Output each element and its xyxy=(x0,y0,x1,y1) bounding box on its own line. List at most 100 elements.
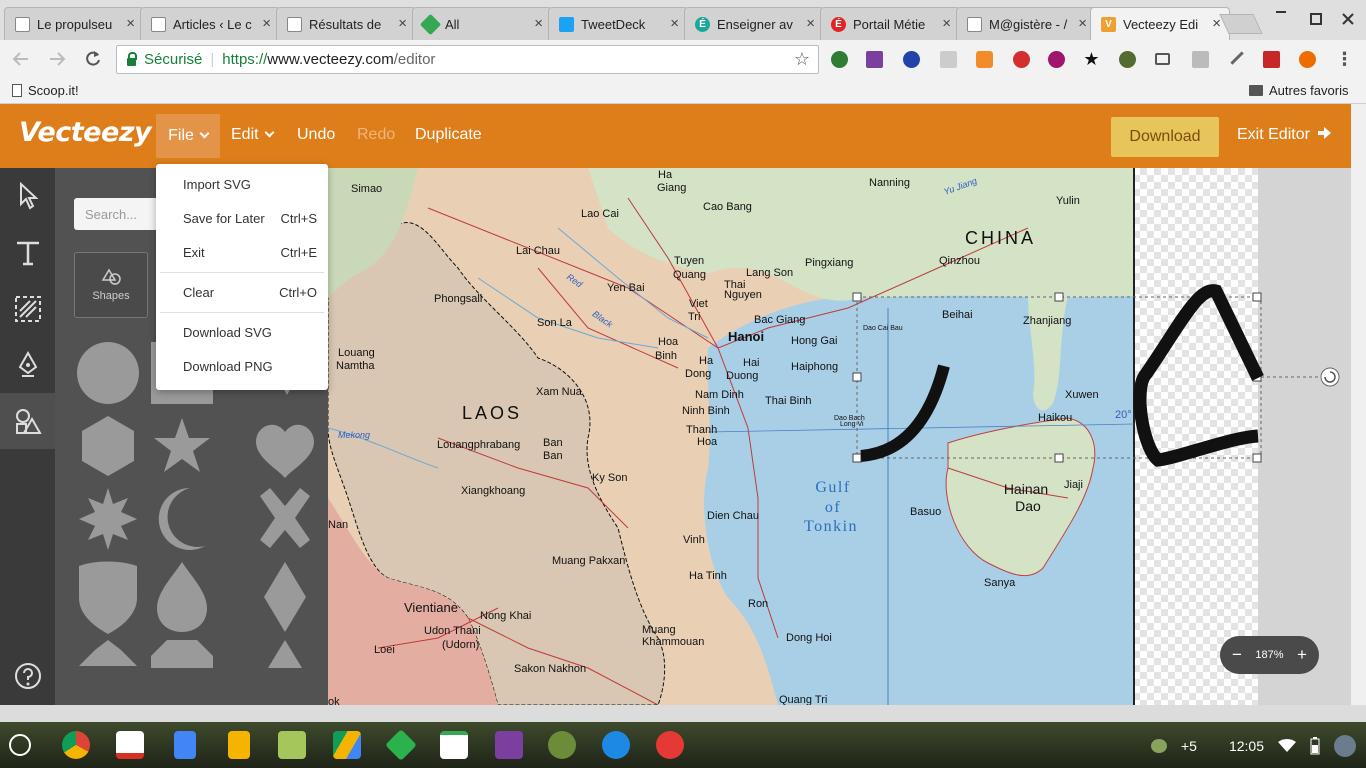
opera-extension-icon[interactable] xyxy=(1013,51,1030,68)
browser-tab[interactable]: É Portail Métie × xyxy=(820,7,960,40)
status-area[interactable]: +5 12:05 xyxy=(1150,729,1366,763)
browser-tab[interactable]: All × xyxy=(412,7,552,40)
page-icon xyxy=(12,84,22,97)
cast-icon[interactable] xyxy=(1155,53,1170,65)
menu-item-import-svg[interactable]: Import SVG xyxy=(183,177,317,192)
map-label: Qinzhou xyxy=(939,255,980,267)
vecteezy-logo[interactable]: Vecteezy xyxy=(19,117,152,148)
browser-tab[interactable]: Résultats de × xyxy=(276,7,416,40)
undo-button[interactable]: Undo xyxy=(297,126,335,144)
maximize-icon[interactable] xyxy=(1310,12,1322,30)
menu-item-save-for-later[interactable]: Save for Later Ctrl+S xyxy=(183,211,317,226)
browser-tab[interactable]: Le propulseu × xyxy=(4,7,144,40)
pen-tool[interactable] xyxy=(0,337,55,393)
close-tab-icon[interactable]: × xyxy=(262,15,271,32)
browser-tab[interactable]: Articles ‹ Le c × xyxy=(140,7,280,40)
feedly-app-icon[interactable] xyxy=(385,729,417,761)
donut-extension-icon[interactable] xyxy=(1048,51,1065,68)
back-icon[interactable] xyxy=(12,50,30,73)
docs-app-icon[interactable] xyxy=(174,731,196,759)
star-extension-icon[interactable]: ★ xyxy=(1083,49,1100,69)
edit-menu-button[interactable]: Edit xyxy=(231,126,275,144)
extension-icon[interactable] xyxy=(1192,51,1209,68)
other-bookmarks[interactable]: Autres favoris xyxy=(1249,83,1348,98)
shapes-tool[interactable] xyxy=(0,393,55,449)
text-tool[interactable] xyxy=(0,225,55,281)
gif-extension-icon[interactable] xyxy=(940,51,957,68)
close-tab-icon[interactable]: × xyxy=(1078,15,1087,32)
book-extension-icon[interactable] xyxy=(1263,51,1280,68)
forward-icon[interactable] xyxy=(48,50,66,73)
menu-item-download-svg[interactable]: Download SVG xyxy=(183,325,317,340)
pattern-tool[interactable] xyxy=(0,281,55,337)
turtle-app-icon[interactable] xyxy=(548,731,576,759)
shapes-category-button[interactable]: Shapes xyxy=(74,252,148,318)
map-label: Hoa xyxy=(697,436,718,448)
bookmark-star-icon[interactable]: ☆ xyxy=(794,49,810,70)
close-tab-icon[interactable]: × xyxy=(126,15,135,32)
reload-icon[interactable] xyxy=(84,50,102,74)
close-tab-icon[interactable]: × xyxy=(534,15,543,32)
gmail-app-icon[interactable] xyxy=(116,731,144,759)
portail-icon: É xyxy=(831,17,846,32)
vertical-scrollbar[interactable] xyxy=(1351,104,1366,705)
slides-app-icon[interactable] xyxy=(228,731,250,759)
browser-tab[interactable]: É Enseigner av × xyxy=(684,7,824,40)
help-button[interactable] xyxy=(0,648,55,704)
close-tab-icon[interactable]: × xyxy=(670,15,679,32)
menu-icon[interactable]: ⋮ xyxy=(1336,49,1354,69)
sea-label: Gulf xyxy=(815,479,850,496)
menu-item-exit[interactable]: Exit Ctrl+E xyxy=(183,245,317,260)
extension-icon[interactable] xyxy=(831,51,848,68)
horizontal-scrollbar[interactable] xyxy=(0,705,1366,722)
map-label: Sanya xyxy=(984,577,1016,589)
close-tab-icon[interactable]: × xyxy=(942,15,951,32)
menu-item-clear[interactable]: Clear Ctrl+O xyxy=(183,285,317,300)
play-store-app-icon[interactable] xyxy=(440,731,468,759)
redo-button[interactable]: Redo xyxy=(357,126,395,144)
klout-extension-icon[interactable] xyxy=(903,51,920,68)
map-label: Xiangkhoang xyxy=(461,485,525,497)
onenote-extension-icon[interactable] xyxy=(866,51,883,68)
zoom-out-button[interactable]: − xyxy=(1232,645,1242,665)
exit-editor-button[interactable]: Exit Editor xyxy=(1237,126,1332,144)
rotate-handle-icon xyxy=(1320,367,1340,387)
duplicate-button[interactable]: Duplicate xyxy=(415,126,482,144)
files-app-icon[interactable] xyxy=(602,731,630,759)
close-tab-icon[interactable]: × xyxy=(806,15,815,32)
map-label: Nguyen xyxy=(724,289,762,301)
bookmark-scoopit[interactable]: Scoop.it! xyxy=(12,83,79,98)
zoom-in-button[interactable]: + xyxy=(1297,645,1307,665)
file-menu-button[interactable]: File xyxy=(156,114,220,158)
close-tab-icon[interactable]: × xyxy=(398,15,407,32)
shape-library[interactable] xyxy=(55,338,328,705)
map-label: Basuo xyxy=(910,506,941,518)
close-window-icon[interactable] xyxy=(1342,12,1354,30)
editor-canvas[interactable]: Simao Ha Giang Nanning Yulin Lao Cai Cao… xyxy=(328,168,1351,705)
gallery-app-icon[interactable] xyxy=(656,731,684,759)
extension-icon[interactable] xyxy=(1299,51,1316,68)
select-tool[interactable] xyxy=(0,168,55,224)
browser-tab-strip: Le propulseu × Articles ‹ Le c × Résulta… xyxy=(0,0,1366,40)
close-tab-icon[interactable]: × xyxy=(1212,15,1221,32)
map-label: Beihai xyxy=(942,309,973,321)
download-button[interactable]: Download xyxy=(1111,117,1219,157)
drive-app-icon[interactable] xyxy=(333,731,361,759)
minimize-icon[interactable] xyxy=(1274,4,1288,23)
turtle-extension-icon[interactable] xyxy=(1119,51,1136,68)
onenote-app-icon[interactable] xyxy=(495,731,523,759)
launcher-icon[interactable] xyxy=(9,734,31,756)
cursor-icon xyxy=(19,182,39,210)
pen-extension-icon[interactable] xyxy=(1228,49,1244,65)
map-label: Udon Thani xyxy=(424,625,481,637)
chrome-app-icon[interactable] xyxy=(62,731,90,759)
menu-item-download-png[interactable]: Download PNG xyxy=(183,359,317,374)
browser-tab[interactable]: M@gistère - / × xyxy=(956,7,1096,40)
address-bar[interactable]: Sécurisé | https:// www.vecteezy.com /ed… xyxy=(116,45,819,74)
browser-tab[interactable]: TweetDeck × xyxy=(548,7,688,40)
browser-tab-active[interactable]: V Vecteezy Edi × xyxy=(1090,7,1230,40)
map-svg[interactable]: Simao Ha Giang Nanning Yulin Lao Cai Cao… xyxy=(328,168,1351,705)
rss-extension-icon[interactable] xyxy=(976,51,993,68)
app-icon[interactable] xyxy=(278,731,306,759)
map-label: Hai xyxy=(743,357,760,369)
